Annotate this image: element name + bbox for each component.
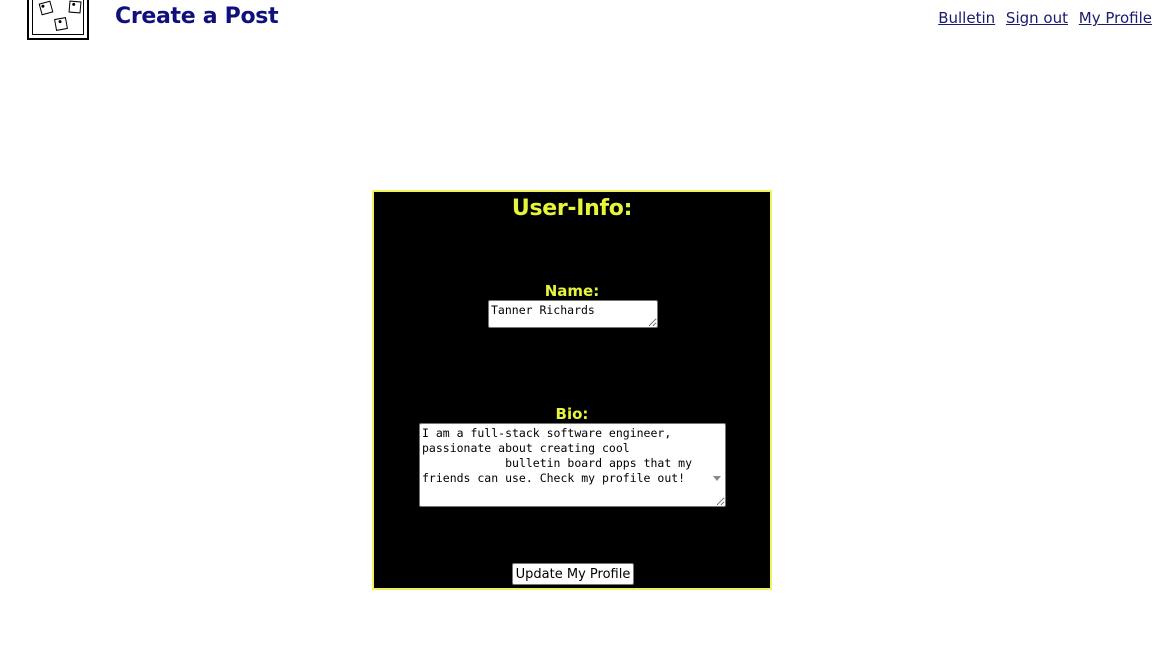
header: Create a Post Bulletin Sign out My Profi… <box>0 0 1156 50</box>
nav-link-sign-out[interactable]: Sign out <box>1006 9 1068 27</box>
sticky-note-icon <box>68 0 82 14</box>
top-nav: Bulletin Sign out My Profile <box>932 9 1152 27</box>
page-title: Create a Post <box>115 4 279 29</box>
name-field[interactable] <box>488 300 658 328</box>
bulletin-board-logo-icon[interactable] <box>27 0 89 40</box>
nav-link-my-profile[interactable]: My Profile <box>1079 9 1152 27</box>
user-info-card: User-Info: Name: Bio: Update My Profile <box>372 190 772 590</box>
bio-label: Bio: <box>555 405 589 423</box>
scroll-down-arrow-icon[interactable] <box>713 476 721 481</box>
nav-link-bulletin[interactable]: Bulletin <box>938 9 995 27</box>
sticky-note-icon <box>38 0 54 16</box>
bio-field[interactable] <box>419 423 726 507</box>
update-profile-button[interactable]: Update My Profile <box>512 563 634 585</box>
card-title: User-Info: <box>511 196 633 221</box>
logo-frame <box>32 0 84 35</box>
sticky-note-icon <box>54 17 68 31</box>
name-label: Name: <box>544 282 600 300</box>
